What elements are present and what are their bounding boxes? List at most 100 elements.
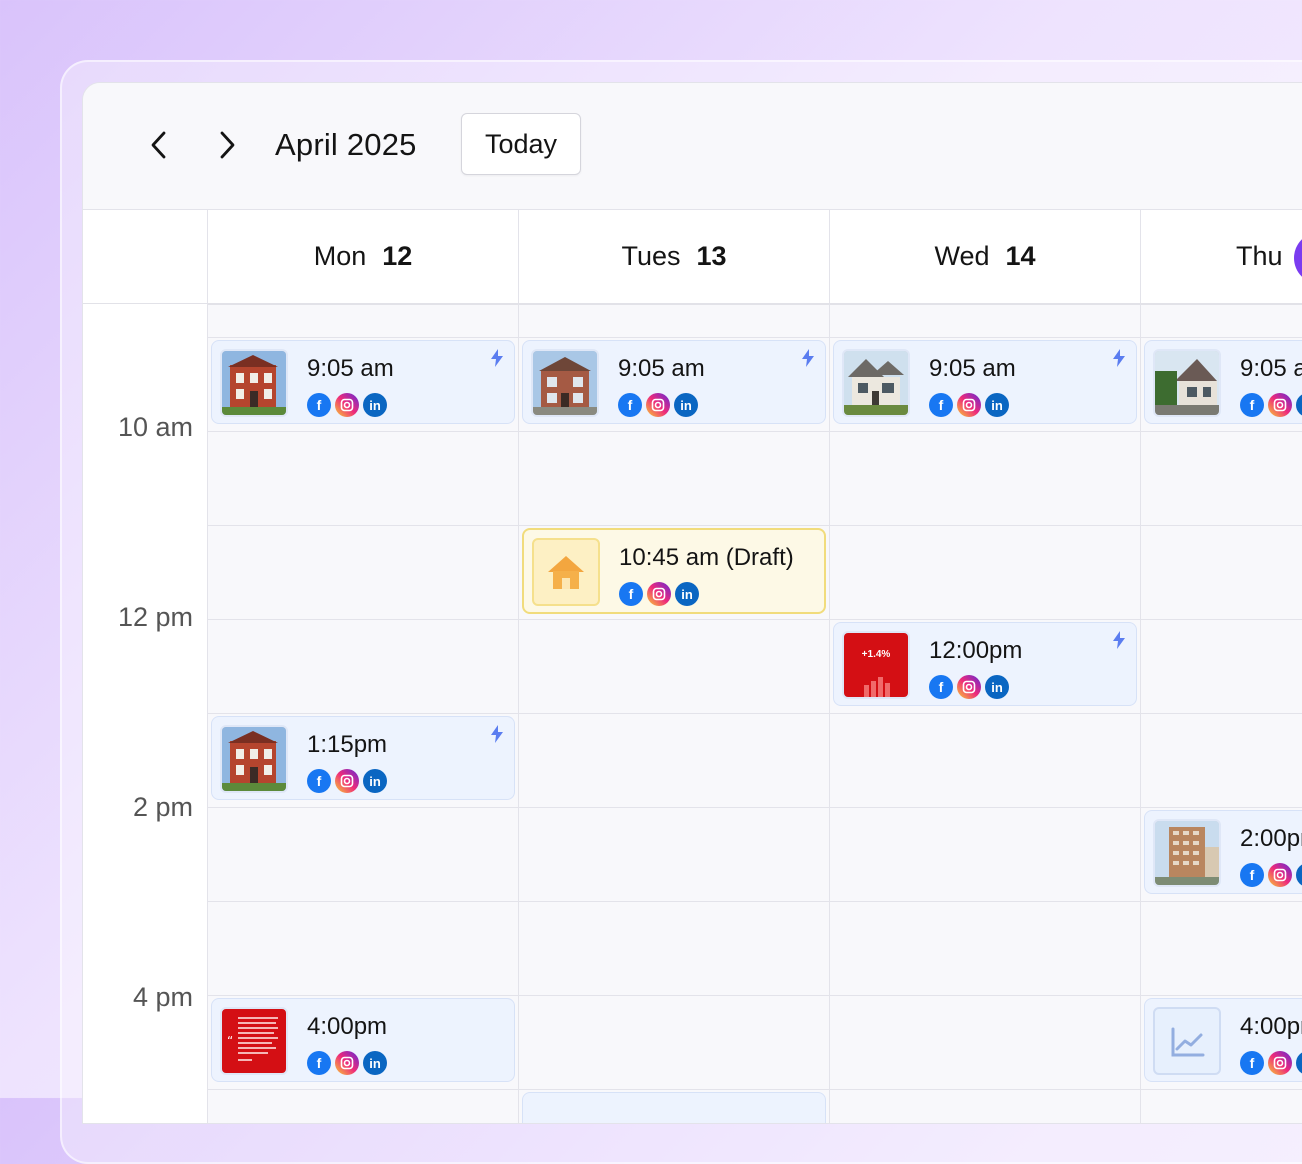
facebook-icon: f — [1240, 1051, 1264, 1075]
hour-line — [207, 807, 1302, 808]
time-label-10am: 10 am — [117, 412, 193, 442]
instagram-icon — [1268, 1051, 1292, 1075]
lightning-icon — [1113, 349, 1125, 367]
time-label-4pm: 4 pm — [132, 982, 193, 1012]
event-thumbnail: “ — [220, 1007, 288, 1075]
instagram-icon — [646, 393, 670, 417]
linkedin-icon: in — [1296, 1051, 1302, 1075]
time-label-2pm: 2 pm — [132, 792, 193, 822]
event-thumbnail — [532, 538, 600, 606]
social-icons: f in — [929, 393, 1009, 417]
lightning-icon — [491, 725, 503, 743]
social-icons: f in — [929, 675, 1009, 699]
linkedin-icon: in — [985, 393, 1009, 417]
event-mon-115[interactable]: 1:15pm f in — [211, 716, 515, 800]
event-tue-1045-draft[interactable]: 10:45 am (Draft) f in — [522, 528, 826, 614]
event-time: 2:00pm — [1240, 825, 1302, 852]
linkedin-icon: in — [1296, 393, 1302, 417]
instagram-icon — [647, 582, 671, 606]
facebook-icon: f — [619, 582, 643, 606]
day-name: Mon — [313, 241, 367, 271]
hour-line — [207, 1089, 1302, 1090]
quote-graphic-icon: “ — [227, 1017, 278, 1061]
calendar-header: April 2025 Today — [83, 83, 1302, 210]
hour-line — [207, 713, 1302, 714]
event-thumbnail — [1153, 1007, 1221, 1075]
day-number: 14 — [1005, 241, 1036, 271]
house-icon — [548, 556, 584, 589]
linkedin-icon: in — [985, 675, 1009, 699]
social-icons: f in — [1240, 1051, 1302, 1075]
event-mon-905[interactable]: 9:05 am f in — [211, 340, 515, 424]
day-header-tue[interactable]: Tues 13 — [519, 210, 830, 303]
instagram-icon — [957, 675, 981, 699]
event-time: 10:45 am (Draft) — [619, 544, 794, 571]
event-time: 9:05 am — [618, 355, 705, 382]
event-tue-905[interactable]: 9:05 am f in — [522, 340, 826, 424]
time-gutter: 10 am 12 pm 2 pm 4 pm — [83, 304, 208, 1123]
hour-line — [207, 995, 1302, 996]
event-thumbnail: +1.4% — [842, 631, 910, 699]
svg-text:“: “ — [227, 1034, 233, 1048]
social-icons: f in — [307, 769, 387, 793]
time-label-12pm: 12 pm — [117, 602, 193, 632]
line-chart-icon — [1171, 1027, 1205, 1057]
linkedin-icon: in — [675, 582, 699, 606]
linkedin-icon: in — [363, 393, 387, 417]
day-header-thu[interactable]: Thu — [1141, 210, 1302, 303]
prev-week-button[interactable] — [141, 127, 177, 163]
hour-line — [207, 525, 1302, 526]
social-icons: f in — [1240, 863, 1302, 887]
facebook-icon: f — [618, 393, 642, 417]
event-tue-partial[interactable] — [522, 1092, 826, 1123]
calendar: April 2025 Today Mon 12 Tues 13 Wed 14 T… — [82, 82, 1302, 1124]
today-button[interactable]: Today — [461, 113, 581, 175]
event-thu-400[interactable]: 4:00pm f in — [1144, 998, 1302, 1082]
hour-line — [207, 337, 1302, 338]
chevron-left-icon — [151, 131, 166, 159]
event-wed-905[interactable]: 9:05 am f in — [833, 340, 1137, 424]
facebook-icon: f — [929, 675, 953, 699]
event-wed-1200[interactable]: +1.4% 12:00pm f in — [833, 622, 1137, 706]
event-time: 9:05 am — [929, 355, 1016, 382]
day-header-wed[interactable]: Wed 14 — [830, 210, 1141, 303]
event-thumbnail — [1153, 349, 1221, 417]
time-grid: 10 am 12 pm 2 pm 4 pm 9:05 am f in 9:05 … — [83, 304, 1302, 1123]
event-thu-905[interactable]: 9:05 am f in — [1144, 340, 1302, 424]
event-time: 4:00pm — [307, 1013, 388, 1040]
linkedin-icon: in — [674, 393, 698, 417]
event-thumbnail — [220, 725, 288, 793]
lightning-icon — [491, 349, 503, 367]
lightning-icon — [1113, 631, 1125, 649]
linkedin-icon: in — [1296, 863, 1302, 887]
facebook-icon: f — [1240, 393, 1264, 417]
instagram-icon — [1268, 863, 1292, 887]
day-number: 12 — [382, 241, 413, 271]
social-icons: f in — [618, 393, 698, 417]
instagram-icon — [335, 769, 359, 793]
hour-line — [207, 619, 1302, 620]
event-thumbnail — [220, 349, 288, 417]
social-icons: f in — [619, 582, 699, 606]
social-icons: f in — [307, 393, 387, 417]
facebook-icon: f — [929, 393, 953, 417]
event-thumbnail — [1153, 819, 1221, 887]
month-title: April 2025 — [275, 127, 417, 162]
hour-line — [207, 431, 1302, 432]
social-icons: f in — [307, 1051, 387, 1075]
time-gutter-header — [83, 210, 208, 303]
day-header-mon[interactable]: Mon 12 — [208, 210, 519, 303]
facebook-icon: f — [1240, 863, 1264, 887]
chevron-right-icon — [220, 131, 235, 159]
event-mon-400[interactable]: “ 4:00pm f in — [211, 998, 515, 1082]
facebook-icon: f — [307, 393, 331, 417]
next-week-button[interactable] — [209, 127, 245, 163]
day-name: Tues — [621, 241, 681, 271]
social-icons: f in — [1240, 393, 1302, 417]
event-thu-200[interactable]: 2:00pm f in — [1144, 810, 1302, 894]
instagram-icon — [957, 393, 981, 417]
instagram-icon — [335, 393, 359, 417]
facebook-icon: f — [307, 769, 331, 793]
day-number: 13 — [696, 241, 727, 271]
day-name: Wed — [934, 241, 990, 271]
